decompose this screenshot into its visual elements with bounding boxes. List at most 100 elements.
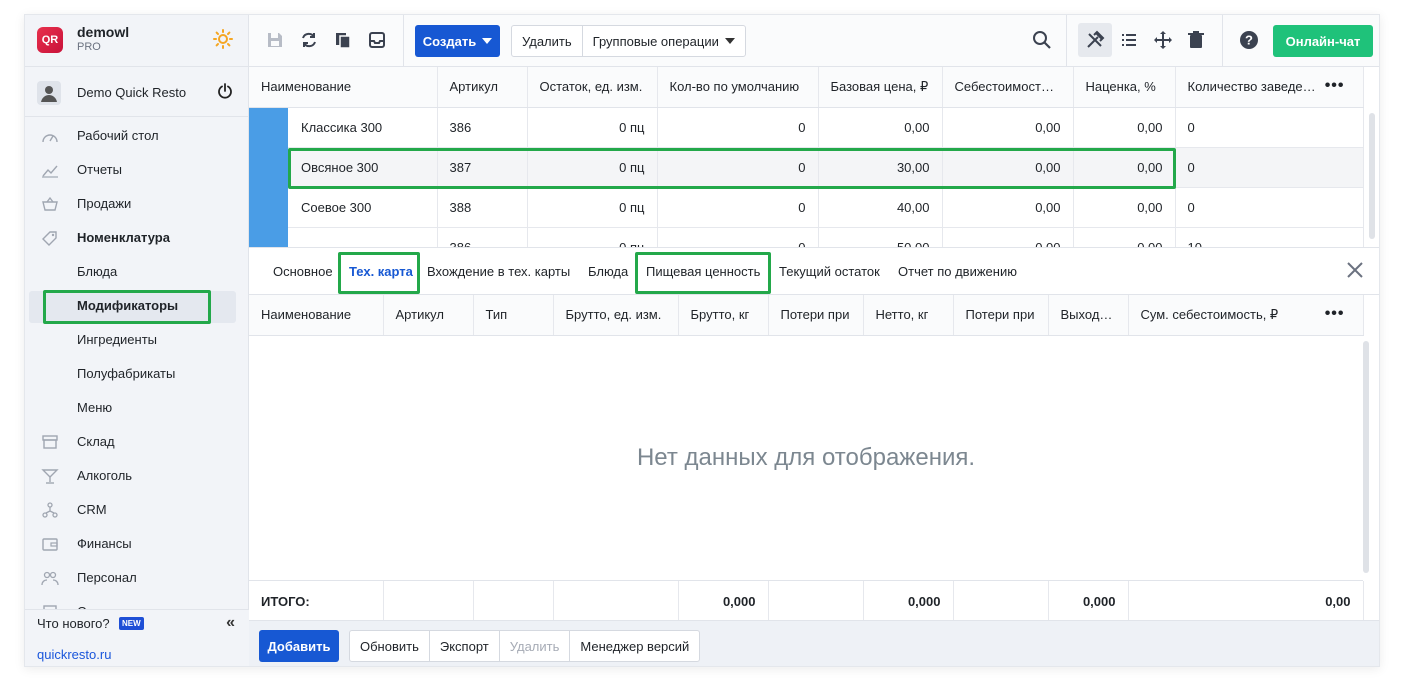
tab-movement-report[interactable]: Отчет по движению [898, 264, 1017, 279]
cell-venues: 0 [1175, 187, 1364, 228]
totals-empty [473, 581, 554, 621]
group-operations-dropdown[interactable]: Групповые операции [583, 26, 745, 56]
sidebar-item-label: Алкоголь [77, 468, 133, 483]
more-columns-icon[interactable]: ••• [1325, 305, 1345, 323]
sidebar-item-alcohol[interactable]: Алкоголь [25, 461, 249, 491]
delete-row-button[interactable]: Удалить [500, 631, 571, 661]
more-columns-icon[interactable]: ••• [1325, 77, 1345, 95]
move-icon[interactable] [1152, 29, 1174, 51]
collapse-sidebar-icon[interactable]: « [226, 614, 235, 632]
search-icon[interactable] [1031, 29, 1053, 51]
column-header-loss-hot[interactable]: Потери при [953, 295, 1049, 336]
column-header-article[interactable]: Артикул [383, 295, 474, 336]
column-header-gross-unit[interactable]: Брутто, ед. изм. [553, 295, 679, 336]
sidebar-item-modifiers[interactable]: Модификаторы [29, 291, 236, 323]
account-plan: PRO [77, 41, 101, 53]
sidebar-item-menu[interactable]: Меню [25, 393, 249, 423]
column-header-stock[interactable]: Остаток, ед. изм. [527, 67, 658, 108]
table-row-selected[interactable]: Овсяное 300 387 0 пц 0 30,00 0,00 0,00 0 [249, 147, 1364, 188]
logout-icon[interactable] [217, 83, 233, 99]
column-header-cost[interactable]: Себестоимость, ₽ [942, 67, 1074, 108]
sidebar-item-ingredients[interactable]: Ингредиенты [25, 325, 249, 355]
app-window: QR demowl PRO Demo Quick Resto Рабочий с… [24, 14, 1380, 667]
sidebar-item-nomenclature[interactable]: Номенклатура [25, 223, 249, 253]
copy-icon[interactable] [332, 29, 354, 51]
main-area: Создать Удалить Групповые операции ? Онл… [249, 15, 1379, 666]
export-button[interactable]: Экспорт [430, 631, 500, 661]
tab-main[interactable]: Основное [273, 264, 333, 279]
staff-icon [41, 571, 59, 586]
totals-empty [553, 581, 679, 621]
table-row[interactable]: Классика 300 386 0 пц 0 0,00 0,00 0,00 0 [249, 107, 1364, 148]
sidebar-item-finance[interactable]: Финансы [25, 529, 249, 559]
list-icon[interactable] [1118, 29, 1140, 51]
account-name[interactable]: demowl [77, 24, 129, 40]
cell-default-qty: 0 [657, 227, 819, 247]
sidebar-item-warehouse[interactable]: Склад [25, 427, 249, 457]
delete-button[interactable]: Удалить [512, 26, 583, 56]
cell-default-qty: 0 [657, 107, 819, 148]
toolbar-divider [1066, 15, 1067, 67]
sidebar-item-semi-finished[interactable]: Полуфабрикаты [25, 359, 249, 389]
cell-markup: 0,00 [1073, 227, 1176, 247]
cell-cost: 0,00 [942, 227, 1074, 247]
whats-new-link[interactable]: Что нового? [37, 616, 110, 631]
tab-current-stock[interactable]: Текущий остаток [779, 264, 880, 279]
sidebar-item-crm[interactable]: CRM [25, 495, 249, 525]
create-button-label: Создать [422, 33, 477, 49]
save-icon[interactable] [264, 29, 286, 51]
column-header-net-kg[interactable]: Нетто, кг [863, 295, 954, 336]
column-header-gross-kg[interactable]: Брутто, кг [678, 295, 769, 336]
sidebar-item-staff[interactable]: Персонал [25, 563, 249, 593]
version-manager-button[interactable]: Менеджер версий [570, 631, 699, 661]
column-header-total-cost-label: Сум. себестоимость, ₽ [1140, 306, 1279, 322]
refresh-icon[interactable] [298, 29, 320, 51]
column-header-output-kg[interactable]: Выход, кг [1048, 295, 1129, 336]
online-chat-button[interactable]: Онлайн-чат [1273, 25, 1373, 57]
warehouse-icon [42, 435, 58, 449]
table-row[interactable]: 386 0 пц 0 50,00 0,00 0,00 10 [249, 227, 1364, 247]
create-button[interactable]: Создать [415, 25, 500, 57]
theme-toggle-icon[interactable] [213, 29, 233, 49]
close-icon[interactable] [1345, 260, 1365, 280]
table-row[interactable]: Соевое 300 388 0 пц 0 40,00 0,00 0,00 0 [249, 187, 1364, 228]
tools-icon[interactable] [1084, 29, 1106, 51]
inbox-icon[interactable] [366, 29, 388, 51]
column-header-loss-cold[interactable]: Потери при [768, 295, 864, 336]
totals-table: ИТОГО: 0,000 0,000 0,000 0,00 [249, 581, 1364, 621]
tab-nutrition[interactable]: Пищевая ценность [646, 264, 760, 279]
items-scrollbar[interactable] [1369, 113, 1375, 239]
toolbar: Создать Удалить Групповые операции ? Онл… [249, 15, 1379, 67]
cell-default-qty: 0 [657, 147, 819, 188]
sidebar-item-reports[interactable]: Отчеты [25, 155, 249, 185]
site-link[interactable]: quickresto.ru [37, 647, 111, 662]
column-header-markup[interactable]: Наценка, % [1073, 67, 1176, 108]
refresh-button[interactable]: Обновить [350, 631, 430, 661]
column-header-default-qty[interactable]: Кол-во по умолчанию [657, 67, 819, 108]
sidebar-item-label: Блюда [77, 264, 118, 279]
column-header-type[interactable]: Тип [473, 295, 554, 336]
sidebar-item-dishes[interactable]: Блюда [25, 257, 249, 287]
column-header-name[interactable]: Наименование [249, 67, 438, 108]
sidebar-item-dashboard[interactable]: Рабочий стол [25, 121, 249, 151]
column-header-venues[interactable]: Количество заведений ••• [1175, 67, 1364, 108]
column-header-total-cost[interactable]: Сум. себестоимость, ₽ ••• [1128, 295, 1364, 336]
sidebar-item-label: Ингредиенты [77, 332, 157, 347]
tag-icon [42, 231, 57, 246]
tab-tech-card[interactable]: Тех. карта [349, 264, 413, 279]
column-header-name[interactable]: Наименование [249, 295, 384, 336]
sidebar-item-sales[interactable]: Продажи [25, 189, 249, 219]
cell-base-price: 0,00 [818, 107, 943, 148]
column-header-article[interactable]: Артикул [437, 67, 528, 108]
tab-tech-card-entries[interactable]: Вхождение в тех. карты [427, 264, 570, 279]
column-header-base-price[interactable]: Базовая цена, ₽ [818, 67, 943, 108]
tab-dishes[interactable]: Блюда [588, 264, 628, 279]
help-icon[interactable]: ? [1238, 29, 1260, 51]
add-button[interactable]: Добавить [259, 630, 339, 662]
items-table: Наименование Артикул Остаток, ед. изм. К… [249, 67, 1364, 247]
trash-icon[interactable] [1185, 29, 1207, 51]
totals-label: ИТОГО: [249, 581, 384, 621]
user-name[interactable]: Demo Quick Resto [77, 85, 186, 100]
tech-card-scrollbar[interactable] [1363, 341, 1369, 573]
avatar-icon [37, 81, 61, 105]
